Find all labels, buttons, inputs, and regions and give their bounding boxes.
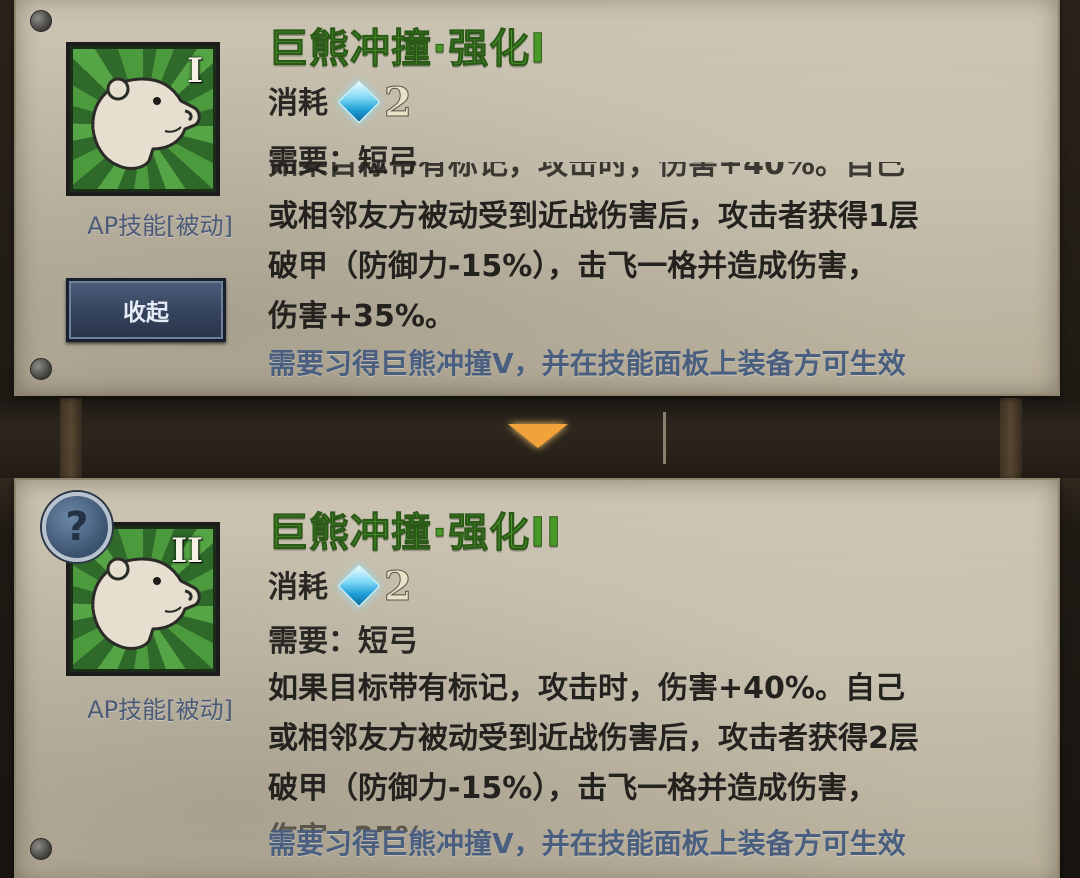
skill-type-label: AP技能[被动] xyxy=(87,696,233,724)
bear-icon: I xyxy=(70,46,216,192)
description-cut-line: 如果目标带有标记，攻击时，伤害+40%。自己 xyxy=(268,162,1028,194)
cost-value: 2 xyxy=(384,563,413,611)
crystal-gem-icon xyxy=(337,564,381,608)
cost-label: 消耗 xyxy=(268,86,328,121)
description-line: 或相邻友方被动受到近战伤害后，攻击者获得1层 xyxy=(268,199,919,234)
skill-tier-numeral: I xyxy=(187,51,203,91)
divider-pillar xyxy=(60,398,82,478)
description-line: 伤害+35%。 xyxy=(268,299,455,334)
skill-card-2: ? II AP技能[被动] 巨熊冲撞·强化II 消耗 2 需要：短弓 如果目标带有… xyxy=(14,478,1060,878)
skill-tier-numeral: II xyxy=(171,531,203,571)
description-body: 如果目标带有标记，攻击时，伤害+40%。自己 或相邻友方被动受到近战伤害后，攻击… xyxy=(268,664,1028,814)
requirement-text: 需要：短弓 xyxy=(268,624,418,659)
cost-row: 消耗 2 xyxy=(268,562,413,611)
collapse-button[interactable]: 收起 xyxy=(66,278,226,342)
description-line: 如果目标带有标记，攻击时，伤害+40%。自己 xyxy=(268,162,905,182)
description-line: 破甲（防御力-15%），击飞一格并造成伤害， xyxy=(268,771,878,806)
cost-value: 2 xyxy=(384,79,413,127)
cost-row: 消耗 2 xyxy=(268,78,413,127)
description-line: 或相邻友方被动受到近战伤害后，攻击者获得2层 xyxy=(268,721,919,756)
description-body: 或相邻友方被动受到近战伤害后，攻击者获得1层 破甲（防御力-15%），击飞一格并… xyxy=(268,192,1028,344)
skill-icon-frame[interactable]: I xyxy=(66,42,220,196)
description-line: 如果目标带有标记，攻击时，伤害+40%。自己 xyxy=(268,671,905,706)
skill-title: 巨熊冲撞·强化II xyxy=(268,510,562,557)
question-icon[interactable]: ? xyxy=(42,492,112,562)
cost-label: 消耗 xyxy=(268,570,328,605)
skill-type-label: AP技能[被动] xyxy=(87,212,233,240)
rivet-icon xyxy=(30,358,52,380)
requirement-note: 需要习得巨熊冲撞V，并在技能面板上装备方可生效 xyxy=(268,827,906,860)
expand-arrow-icon[interactable] xyxy=(508,424,568,448)
rivet-icon xyxy=(30,10,52,32)
skill-title: 巨熊冲撞·强化I xyxy=(267,26,547,73)
rivet-icon xyxy=(30,838,52,860)
skill-card-1: I AP技能[被动] 收起 巨熊冲撞·强化I 消耗 2 需要：短弓 如果目标带有标… xyxy=(14,0,1060,396)
divider-pillar xyxy=(1000,398,1022,478)
crystal-gem-icon xyxy=(337,80,381,124)
description-line: 破甲（防御力-15%），击飞一格并造成伤害， xyxy=(268,249,878,284)
requirement-note: 需要习得巨熊冲撞V，并在技能面板上装备方可生效 xyxy=(268,347,906,380)
divider-marker xyxy=(663,412,666,464)
